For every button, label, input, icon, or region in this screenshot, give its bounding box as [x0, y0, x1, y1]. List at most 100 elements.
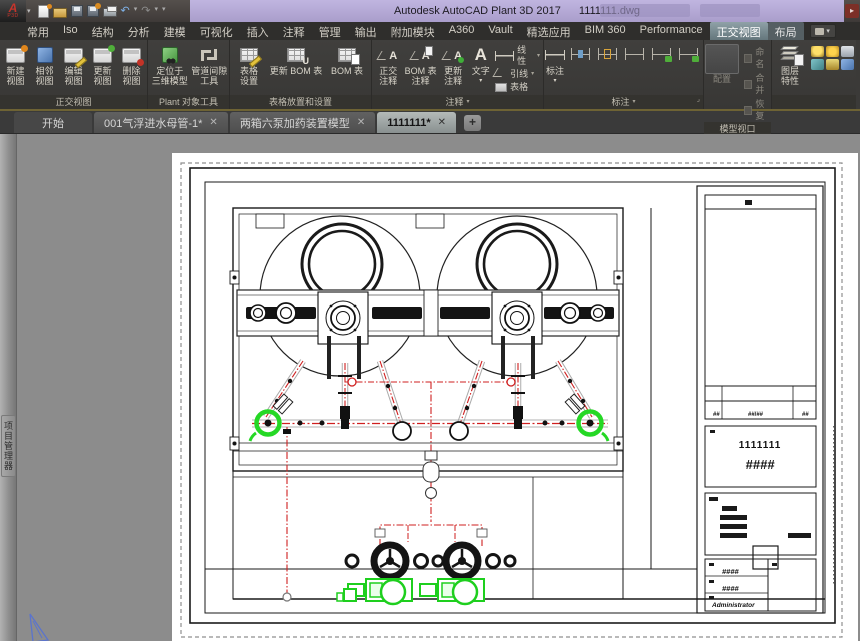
tb-row1: #### — [722, 567, 740, 576]
update-bom-table-icon — [287, 48, 309, 66]
ortho-annotation-button[interactable]: A 正交 注释 — [373, 42, 404, 86]
leader-icon — [495, 70, 507, 80]
ribbon-tab-layout[interactable]: 布局 — [767, 22, 804, 40]
pipe-gap-tool-button[interactable]: 管道间隙 工具 — [190, 42, 228, 86]
panel-layers: 图层 特性 — [772, 40, 856, 109]
dimension-icon — [545, 50, 565, 60]
ribbon-tab-annotate[interactable]: 注释 — [276, 22, 312, 40]
layer-isolate-icon[interactable] — [811, 59, 824, 70]
layer-freeze-icon[interactable] — [841, 46, 854, 57]
leader-item[interactable]: 引线 ▾ — [495, 69, 540, 80]
new-tab-button[interactable]: + — [464, 115, 482, 131]
layer-lock-icon[interactable] — [826, 59, 839, 70]
ortho-annotation-icon: A — [379, 47, 397, 63]
ribbon-tab-output[interactable]: 输出 — [348, 22, 384, 40]
dim-update-icon[interactable] — [571, 48, 590, 60]
locate-in-3d-model-icon — [161, 47, 178, 64]
panel-label-layers — [772, 95, 856, 109]
undo-icon[interactable]: ↶ — [121, 5, 130, 18]
ribbon-tab-bar: 常用 Iso 结构 分析 建模 可视化 插入 注释 管理 输出 附加模块 A36… — [0, 22, 860, 40]
ribbon-tab-modeling[interactable]: 建模 — [157, 22, 193, 40]
undo-dropdown-icon[interactable]: ▾ — [134, 5, 138, 18]
delete-view-button[interactable]: 删除 视图 — [117, 42, 146, 86]
panel-table-placement: 表格设置 更新 BOM 表 BOM 表 表格放置和设置 — [230, 40, 372, 109]
panel-label-annotate[interactable]: 注释 ▾ — [372, 95, 543, 109]
titlebar-right-icon[interactable]: ▸ — [845, 4, 859, 18]
close-tab-icon[interactable]: ✕ — [357, 117, 365, 128]
close-tab-icon[interactable]: ✕ — [209, 117, 217, 128]
viewport-config-button[interactable]: 配置 — [705, 42, 739, 84]
dim-baseline-icon[interactable] — [625, 48, 644, 60]
bom-annotation-icon: A — [412, 46, 433, 63]
locate-in-3d-model-button[interactable]: 定位于 三维模型 — [149, 42, 190, 86]
dim-check-icon[interactable] — [652, 48, 672, 62]
app-title: Autodesk AutoCAD Plant 3D 2017 — [393, 5, 561, 17]
viewport-config-icon — [705, 44, 739, 74]
adjacent-view-button[interactable]: 相邻 视图 — [30, 42, 59, 86]
project-manager-tab[interactable]: 项目管理器 — [1, 415, 16, 477]
ribbon-tab-bim360[interactable]: BIM 360 — [578, 22, 633, 40]
drawing-viewport[interactable]: ## ##/## ## 1111111 #### #### #### Admin… — [0, 134, 860, 641]
dimension-dialog-launcher-icon[interactable]: ⌟ — [697, 93, 700, 107]
viewport-restore-button[interactable]: 恢复 — [744, 98, 768, 122]
layer-on-icon[interactable] — [811, 46, 824, 57]
redo-icon[interactable]: ↷ — [141, 5, 150, 18]
app-menu-chevron-icon[interactable]: ▾ — [27, 7, 31, 15]
file-tab-drawing-001[interactable]: 001气浮进水母管-1* ✕ — [94, 112, 228, 133]
layer-properties-button[interactable]: 图层 特性 — [773, 42, 807, 86]
ribbon-tab-vault[interactable]: Vault — [481, 22, 519, 40]
close-tab-icon[interactable]: ✕ — [438, 117, 446, 128]
panel-label-table-placement: 表格放置和设置 — [230, 95, 371, 109]
file-tab-1111111[interactable]: 1111111* ✕ — [377, 112, 457, 133]
save-as-icon[interactable] — [86, 3, 101, 17]
viewport-join-button[interactable]: 合并 — [744, 72, 768, 96]
ribbon-tab-addins[interactable]: 附加模块 — [384, 22, 442, 40]
project-manager-palette-bar[interactable]: 项目管理器 — [0, 134, 17, 641]
save-icon[interactable] — [70, 5, 83, 17]
new-drawing-icon[interactable] — [37, 3, 52, 18]
infocenter-buttons-area[interactable] — [700, 4, 760, 17]
file-tab-dosing-model[interactable]: 两箱六泵加药装置模型 ✕ — [229, 112, 376, 133]
update-annotation-button[interactable]: A 更新 注释 — [438, 42, 469, 86]
qat-customize-icon[interactable]: ▾ — [162, 5, 166, 18]
table-item[interactable]: 表格 — [495, 82, 540, 93]
ribbon-tab-iso[interactable]: Iso — [56, 22, 85, 40]
layer-properties-icon — [779, 46, 804, 66]
ribbon-tab-performance[interactable]: Performance — [633, 22, 710, 40]
edit-view-button[interactable]: 编辑 视图 — [59, 42, 88, 86]
app-logo-icon[interactable]: A P3D — [0, 0, 26, 22]
layer-match-icon[interactable] — [841, 59, 854, 70]
ucs-arrow-icon — [29, 613, 50, 641]
file-tab-start[interactable]: 开始 — [14, 112, 92, 133]
table-setup-button[interactable]: 表格 设置 — [231, 42, 267, 86]
new-view-button[interactable]: 新建 视图 — [1, 42, 30, 86]
ribbon-tab-analysis[interactable]: 分析 — [121, 22, 157, 40]
dimension-button[interactable]: 标注 ▾ — [545, 42, 565, 86]
redo-dropdown-icon[interactable]: ▾ — [154, 5, 158, 18]
ribbon-tab-insert[interactable]: 插入 — [240, 22, 276, 40]
plot-icon[interactable] — [102, 6, 117, 17]
panel-label-dimension[interactable]: 标注 ▾ ⌟ — [544, 95, 703, 109]
text-button[interactable]: A 文字 ▾ — [468, 42, 493, 86]
infocenter-search-area[interactable] — [600, 4, 690, 17]
dim-check2-icon[interactable] — [679, 48, 699, 62]
pipe-gap-icon — [200, 48, 218, 62]
ribbon-tab-structure[interactable]: 结构 — [85, 22, 121, 40]
drawing-canvas[interactable]: ## ##/## ## 1111111 #### #### #### Admin… — [0, 134, 860, 641]
bom-table-button[interactable]: BOM 表 — [325, 42, 369, 76]
ribbon-tab-home[interactable]: 常用 — [20, 22, 56, 40]
open-icon[interactable] — [52, 7, 67, 18]
ribbon-tab-ortho-views[interactable]: 正交视图 — [709, 22, 768, 40]
update-view-button[interactable]: 更新 视图 — [88, 42, 117, 86]
ribbon-tab-featured-apps[interactable]: 精选应用 — [520, 22, 578, 40]
layer-thaw-icon[interactable] — [826, 46, 839, 57]
linear-dim-item[interactable]: 线性 ▾ — [495, 45, 540, 67]
ribbon-tab-visualize[interactable]: 可视化 — [193, 22, 240, 40]
bom-annotation-button[interactable]: A BOM 表注释 — [404, 42, 438, 86]
ribbon-tab-a360[interactable]: A360 — [442, 22, 482, 40]
update-bom-table-button[interactable]: 更新 BOM 表 — [267, 42, 325, 76]
ribbon-display-toggle[interactable]: ▾ — [809, 24, 836, 38]
dim-reassociate-icon[interactable] — [598, 48, 617, 60]
ribbon-tab-manage[interactable]: 管理 — [312, 22, 348, 40]
viewport-named-button[interactable]: 命名 — [744, 46, 768, 70]
